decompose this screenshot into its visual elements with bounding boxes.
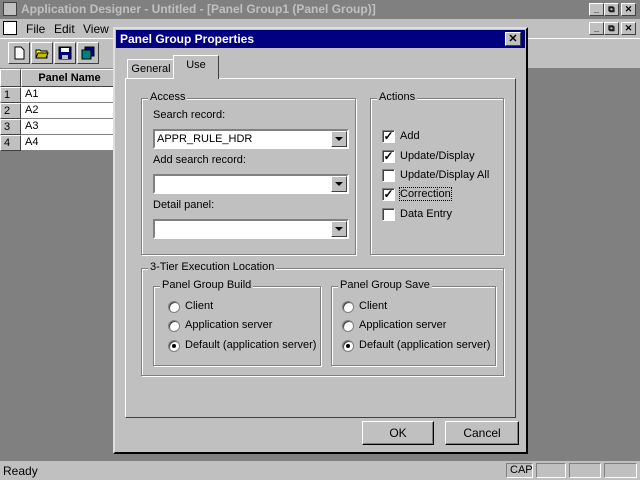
ok-button[interactable]: OK: [362, 421, 434, 445]
mdi-minimize-icon[interactable]: _: [589, 22, 604, 35]
panel-grid: Panel Name 1 A1 2 A2 3 A3 4 A4: [0, 69, 118, 461]
panel-group-build-group: Panel Group Build Client Application ser…: [153, 279, 321, 366]
actions-group: Actions ✓ Add ✓ Update/Display Update/Di…: [370, 91, 504, 255]
menu-edit[interactable]: Edit: [54, 22, 75, 36]
radio-dot: [346, 344, 350, 348]
cancel-button[interactable]: Cancel: [445, 421, 519, 445]
grid-cell[interactable]: A3: [21, 119, 118, 135]
status-panel: [536, 463, 566, 478]
status-panel: [604, 463, 637, 478]
grid-corner[interactable]: [0, 69, 21, 87]
add-search-record-label: Add search record:: [153, 154, 246, 166]
chevron-down-icon[interactable]: [331, 221, 347, 237]
save-client-radio[interactable]: [342, 301, 354, 313]
close-icon[interactable]: ✕: [621, 3, 636, 16]
status-panel: [569, 463, 601, 478]
save-client-label[interactable]: Client: [359, 300, 387, 312]
build-app-server-radio[interactable]: [168, 320, 180, 332]
detail-panel-combo[interactable]: [153, 219, 349, 239]
window-title: Application Designer - Untitled - [Panel…: [21, 2, 376, 16]
data-entry-label[interactable]: Data Entry: [400, 208, 452, 220]
add-search-record-combo[interactable]: [153, 174, 349, 194]
three-tier-group: 3-Tier Execution Location Panel Group Bu…: [141, 261, 504, 376]
build-app-server-label[interactable]: Application server: [185, 319, 272, 331]
app-icon: [3, 2, 17, 16]
search-record-combo[interactable]: APPR_RULE_HDR: [153, 129, 349, 149]
search-record-label: Search record:: [153, 109, 226, 121]
detail-panel-label: Detail panel:: [153, 199, 215, 211]
build-client-radio[interactable]: [168, 301, 180, 313]
save-default-radio[interactable]: [342, 340, 354, 352]
row-number[interactable]: 4: [0, 135, 21, 151]
minimize-icon[interactable]: _: [589, 3, 604, 16]
use-tab-panel: Access Search record: APPR_RULE_HDR Add …: [125, 78, 516, 418]
save-all-icon[interactable]: [77, 42, 99, 64]
save-default-label[interactable]: Default (application server): [359, 339, 490, 351]
data-entry-checkbox[interactable]: [382, 208, 395, 221]
build-legend: Panel Group Build: [160, 279, 254, 291]
row-number[interactable]: 3: [0, 119, 21, 135]
add-label[interactable]: Add: [400, 130, 420, 142]
menu-view[interactable]: View: [83, 22, 109, 36]
save-legend: Panel Group Save: [338, 279, 432, 291]
build-default-label[interactable]: Default (application server): [185, 339, 316, 351]
column-header-panel-name[interactable]: Panel Name: [21, 69, 118, 87]
update-display-checkbox[interactable]: ✓: [382, 150, 395, 163]
status-text: Ready: [3, 464, 38, 478]
panel-group-properties-dialog: Panel Group Properties ✕ General Use Acc…: [113, 27, 528, 454]
restore-icon[interactable]: ⧉: [604, 3, 619, 16]
new-icon[interactable]: [8, 42, 30, 64]
build-client-label[interactable]: Client: [185, 300, 213, 312]
update-display-label[interactable]: Update/Display: [400, 150, 475, 162]
panel-group-save-group: Panel Group Save Client Application serv…: [331, 279, 496, 366]
save-app-server-radio[interactable]: [342, 320, 354, 332]
build-default-radio[interactable]: [168, 340, 180, 352]
mdi-close-icon[interactable]: ✕: [621, 22, 636, 35]
radio-dot: [172, 344, 176, 348]
access-group: Access Search record: APPR_RULE_HDR Add …: [141, 91, 356, 255]
actions-legend: Actions: [377, 91, 418, 103]
mdi-restore-icon[interactable]: ⧉: [604, 22, 619, 35]
dialog-title-bar: Panel Group Properties ✕: [116, 30, 525, 48]
add-checkbox[interactable]: ✓: [382, 130, 395, 143]
correction-label[interactable]: Correction: [399, 187, 452, 201]
grid-cell[interactable]: A2: [21, 103, 118, 119]
document-icon[interactable]: [3, 21, 17, 35]
row-number[interactable]: 1: [0, 87, 21, 103]
tab-use[interactable]: Use: [173, 55, 219, 79]
dialog-title: Panel Group Properties: [120, 32, 255, 46]
chevron-down-icon[interactable]: [331, 131, 347, 147]
save-icon[interactable]: [54, 42, 76, 64]
correction-checkbox[interactable]: ✓: [382, 188, 395, 201]
open-icon[interactable]: [31, 42, 53, 64]
save-app-server-label[interactable]: Application server: [359, 319, 446, 331]
tab-general[interactable]: General: [127, 59, 175, 79]
row-number[interactable]: 2: [0, 103, 21, 119]
caps-indicator: CAP: [506, 463, 533, 478]
access-legend: Access: [148, 91, 188, 103]
status-bar: Ready CAP: [0, 461, 640, 480]
grid-cell[interactable]: A1: [21, 87, 118, 103]
dialog-close-icon[interactable]: ✕: [505, 32, 521, 46]
menu-file[interactable]: File: [26, 22, 45, 36]
update-display-all-checkbox[interactable]: [382, 169, 395, 182]
three-tier-legend: 3-Tier Execution Location: [148, 261, 277, 273]
update-display-all-label[interactable]: Update/Display All: [400, 169, 489, 181]
grid-cell[interactable]: A4: [21, 135, 118, 151]
main-title-bar: Application Designer - Untitled - [Panel…: [0, 0, 640, 19]
chevron-down-icon[interactable]: [331, 176, 347, 192]
search-record-value: APPR_RULE_HDR: [157, 133, 253, 145]
